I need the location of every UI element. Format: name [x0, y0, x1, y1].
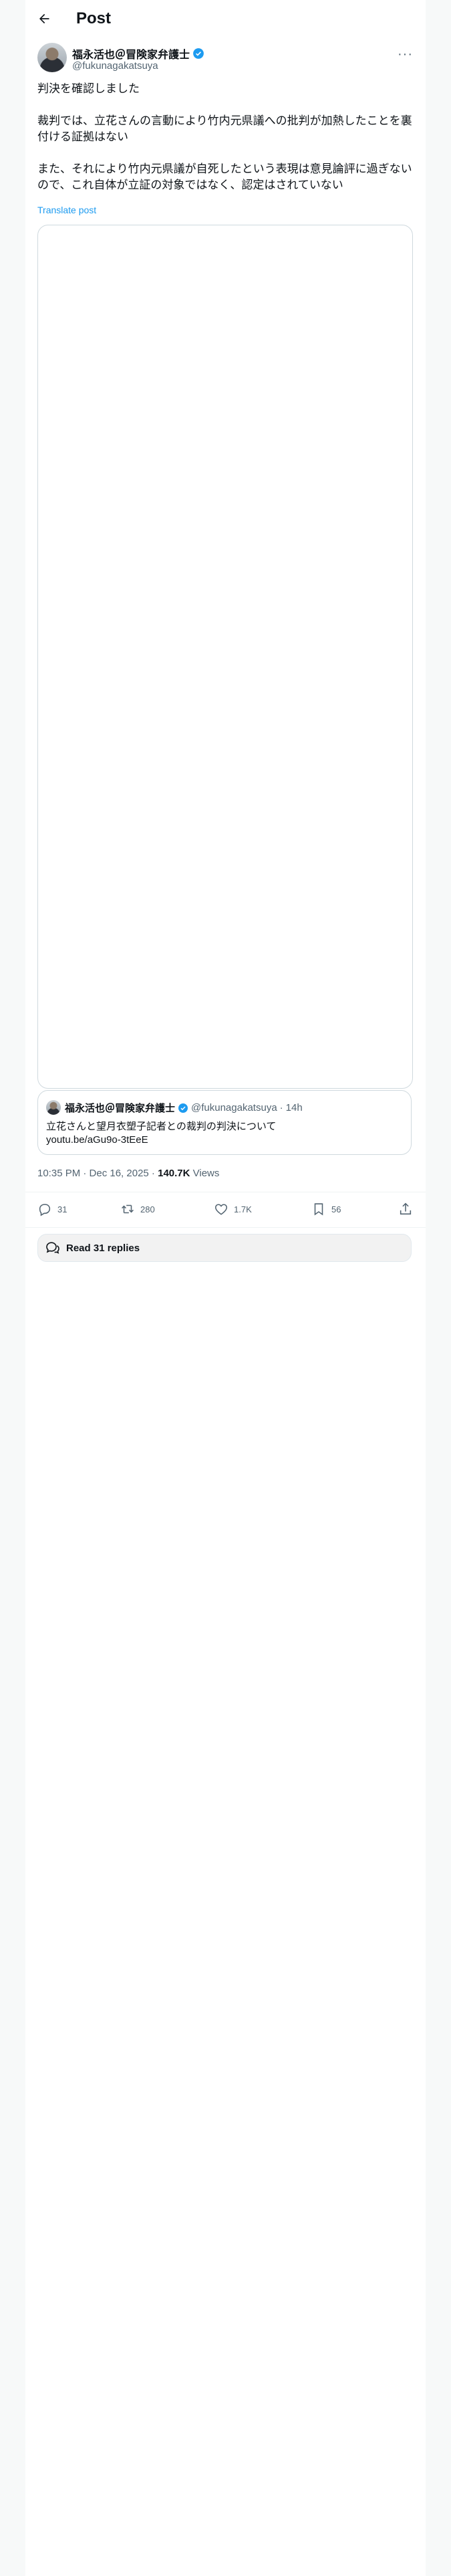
post-paragraph: 判決を確認しました [37, 82, 140, 95]
author-handle[interactable]: @fukunagakatsuya [72, 60, 158, 72]
left-gutter [0, 0, 26, 2576]
verified-badge-icon [193, 48, 204, 59]
quote-link: youtu.be/aGu9o-3tEeE [46, 1134, 148, 1146]
more-button[interactable]: ··· [398, 47, 413, 62]
quote-avatar [46, 1100, 61, 1115]
quote-text-block: 立花さんと望月衣塑子記者との裁判の判決について youtu.be/aGu9o-3… [46, 1120, 400, 1147]
verified-badge-icon [178, 1103, 188, 1113]
repost-button[interactable]: 280 [120, 1202, 155, 1216]
author-name-row: 福永活也＠冒険家弁護士 [72, 45, 204, 62]
bookmark-count: 56 [331, 1204, 341, 1214]
arrow-left-icon [39, 13, 49, 24]
read-replies-label: Read 31 replies [66, 1242, 140, 1254]
right-gutter [425, 0, 451, 2576]
post-time[interactable]: 10:35 PM · Dec 16, 2025 · [37, 1168, 158, 1179]
avatar[interactable] [37, 43, 67, 72]
quote-time: 14h [285, 1102, 303, 1113]
reply-icon [39, 1204, 51, 1216]
share-icon [400, 1202, 412, 1215]
repost-icon [122, 1204, 134, 1214]
post-column: Post 福永活也＠冒険家弁護士 @fukunagakatsuya ··· 判決… [25, 0, 426, 2576]
post-paragraph: また、それにより竹内元県議が自死したという表現は意見論評に過ぎないので、これ自体… [37, 163, 412, 191]
post-paragraph: 裁判では、立花さんの言動により竹内元県議への批判が加熱したことを裏付ける証拠はな… [37, 114, 412, 143]
views-count: 140.7K [158, 1168, 190, 1179]
more-dots-icon: ··· [398, 47, 413, 62]
author-display-name[interactable]: 福永活也＠冒険家弁護士 [72, 45, 190, 62]
views-label: Views [190, 1168, 220, 1179]
quote-header: 福永活也＠冒険家弁護士 @fukunagakatsuya · 14h [65, 1102, 303, 1114]
action-bar: 31 280 1.7K 56 [25, 1192, 426, 1228]
heart-icon [214, 1204, 228, 1215]
back-button[interactable] [35, 9, 53, 28]
quote-display-name: 福永活也＠冒険家弁護士 [65, 1103, 176, 1114]
page-header: Post [25, 0, 426, 37]
like-button[interactable]: 1.7K [214, 1202, 252, 1216]
post-media[interactable] [37, 225, 413, 1089]
quoted-post[interactable]: 福永活也＠冒険家弁護士 @fukunagakatsuya · 14h 立花さんと… [37, 1090, 412, 1155]
bookmark-icon [314, 1203, 323, 1216]
repost-count: 280 [140, 1204, 155, 1214]
reply-count: 31 [57, 1204, 67, 1214]
page-title: Post [76, 9, 112, 27]
post-text: 判決を確認しました 裁判では、立花さんの言動により竹内元県議への批判が加熱したこ… [37, 81, 413, 193]
translate-post-link[interactable]: Translate post [37, 205, 96, 215]
like-count: 1.7K [234, 1204, 252, 1214]
reply-button[interactable]: 31 [37, 1202, 67, 1216]
quote-text: 立花さんと望月衣塑子記者との裁判の判決について [46, 1121, 277, 1132]
speech-bubbles-icon [46, 1242, 59, 1254]
quote-handle: @fukunagakatsuya [191, 1102, 277, 1113]
read-replies-button[interactable]: Read 31 replies [37, 1234, 412, 1262]
share-button[interactable] [398, 1202, 413, 1216]
post-timestamp: 10:35 PM · Dec 16, 2025 · 140.7K Views [37, 1168, 219, 1179]
post-author: 福永活也＠冒険家弁護士 @fukunagakatsuya ··· [37, 43, 412, 75]
bookmark-button[interactable]: 56 [311, 1202, 341, 1216]
